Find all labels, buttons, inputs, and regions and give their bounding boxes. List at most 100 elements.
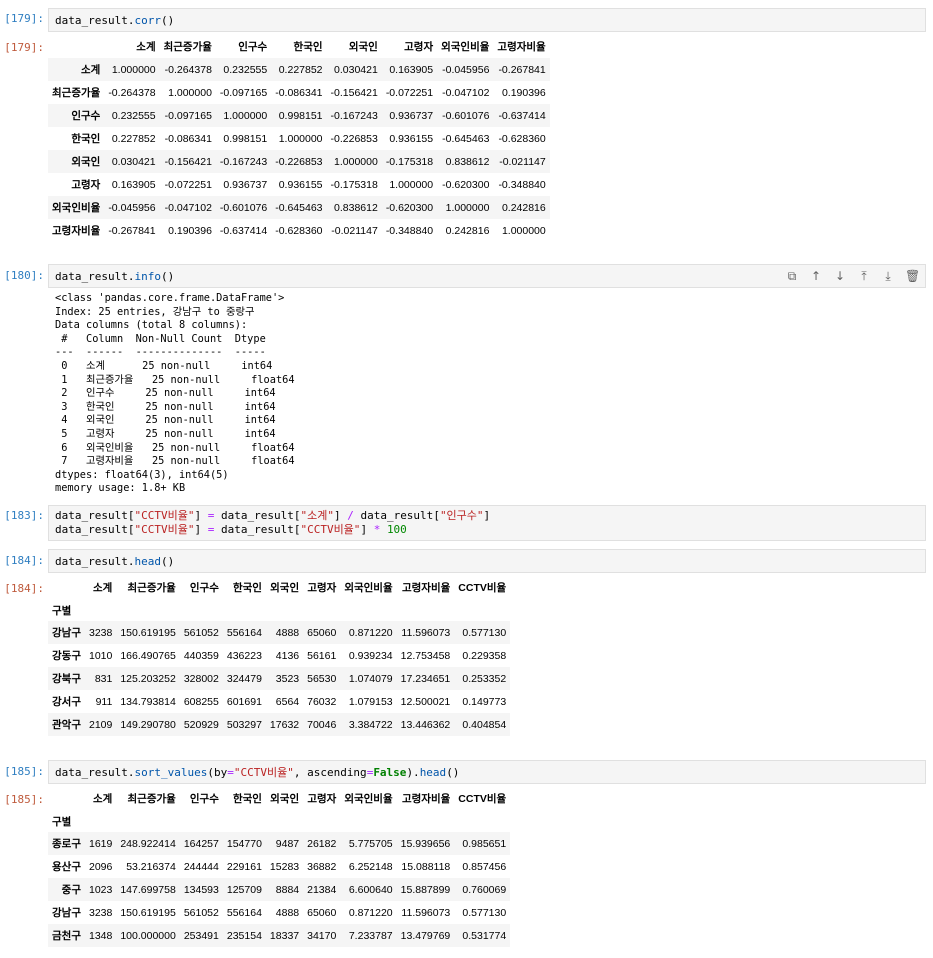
code-string: "CCTV비율" <box>134 523 195 536</box>
table-cell: -0.620300 <box>385 201 434 214</box>
table-row: 관악구 2109 149.290780 520929 503297 17632 70046 3… <box>48 713 511 736</box>
code-var: data_result <box>220 509 294 522</box>
cell-179[interactable]: [179]: data_result.corr() [179]: 소계 최근증가율… <box>0 8 933 248</box>
table-cell: 150.619195 <box>120 626 176 639</box>
code-string: "CCTV비율" <box>233 766 294 779</box>
header-blank <box>180 810 223 832</box>
cell-183[interactable]: [183]: data_result["CCTV비율"] = data_resu… <box>0 505 933 541</box>
code-operator: = <box>207 523 215 536</box>
table-cell: 15.887899 <box>400 883 451 896</box>
table-cell: 235154 <box>226 929 262 942</box>
table-cell: 1.000000 <box>111 63 156 76</box>
header-blank <box>48 35 104 58</box>
code-editor[interactable]: data_result.info() ⧉ ↑ ↓ ⤒ ⤓ 🗑 <box>48 264 926 288</box>
table-cell: 1023 <box>88 883 113 896</box>
column-header: 한국인 <box>232 582 262 594</box>
column-header: 외국인비율 <box>344 793 393 805</box>
header-blank <box>397 599 455 621</box>
table-cell: 15.939656 <box>400 837 451 850</box>
table-cell: 0.936737 <box>223 178 268 191</box>
table-cell: 11.596073 <box>401 626 451 639</box>
table-row: 중구 1023 147.699758 134593 125709 8884 21384 6.6… <box>48 878 511 901</box>
insert-below-icon[interactable]: ⤓ <box>881 269 895 283</box>
copy-icon[interactable]: ⧉ <box>785 269 799 283</box>
table-cell: 15283 <box>269 860 300 873</box>
table-row: 종로구 1619 248.922414 164257 154770 9487 26182 5.… <box>48 832 511 855</box>
row-index: 금천구 <box>52 930 81 942</box>
table-cell: 5.775705 <box>348 837 393 850</box>
cell-180[interactable]: [180]: data_result.info() ⧉ ↑ ↓ ⤒ ⤓ 🗑 <class '… <box>0 264 933 496</box>
table-cell: -0.021147 <box>331 224 378 237</box>
table-cell: 12.500021 <box>400 695 451 708</box>
table-cell: 556164 <box>226 906 262 919</box>
move-up-icon[interactable]: ↑ <box>809 269 823 283</box>
table-cell: 134593 <box>183 883 219 896</box>
output-area: 소계 최근증가율 인구수 한국인 외국인 고령자 외국인비율 고령자비율 CCTV비율 구별 종로구… <box>48 787 511 947</box>
table-cell: 1010 <box>88 649 113 662</box>
code-string: "CCTV비율" <box>134 509 195 522</box>
insert-above-icon[interactable]: ⤒ <box>857 269 871 283</box>
table-cell: -0.267841 <box>498 63 546 76</box>
table-cell: 125.203252 <box>120 672 176 685</box>
code-editor[interactable]: data_result["CCTV비율"] = data_result["소계"… <box>48 505 926 541</box>
table-cell: 53.216374 <box>126 860 176 873</box>
output-prompt: [184]: <box>4 582 44 595</box>
info-output: <class 'pandas.core.frame.DataFrame'> In… <box>55 292 295 495</box>
table-cell: -0.637414 <box>219 224 268 237</box>
code-string: "소계" <box>300 509 334 522</box>
row-index: 최근증가율 <box>52 87 101 99</box>
header-blank <box>454 599 510 621</box>
column-header: 인구수 <box>189 793 219 805</box>
row-index: 강동구 <box>52 650 81 662</box>
table-cell: -0.601076 <box>442 109 490 122</box>
table-cell: 4888 <box>275 626 300 639</box>
table-cell: -0.086341 <box>164 132 212 145</box>
table-cell: 229161 <box>226 860 262 873</box>
table-cell: 100.000000 <box>120 929 176 942</box>
table-cell: 70046 <box>307 718 337 731</box>
table-cell: -0.226853 <box>330 132 378 145</box>
code-var: data_result <box>55 766 128 779</box>
table-cell: 3.384722 <box>348 718 393 731</box>
table-cell: -0.348840 <box>498 178 546 191</box>
table-cell: 0.760069 <box>462 883 507 896</box>
input-prompt: [180]: <box>4 269 44 282</box>
table-cell: 0.998151 <box>223 132 268 145</box>
code-operator: / <box>347 509 354 522</box>
output-area: <class 'pandas.core.frame.DataFrame'> In… <box>55 292 295 496</box>
column-header: 외국인 <box>348 41 378 53</box>
code-editor[interactable]: data_result.sort_values(by="CCTV비율", asc… <box>48 760 926 784</box>
dataframe-table: 소계 최근증가율 인구수 한국인 외국인 고령자 외국인비율 고령자비율 소계 1.000000-… <box>48 35 550 242</box>
table-cell: -0.620300 <box>442 178 490 191</box>
output-area: 소계 최근증가율 인구수 한국인 외국인 고령자 외국인비율 고령자비율 CCTV비율 구별 강남구… <box>48 576 511 736</box>
table-row: 용산구 2096 53.216374 244444 229161 15283 36882 6.… <box>48 855 510 878</box>
cell-185[interactable]: [185]: data_result.sort_values(by="CCTV비… <box>0 760 933 958</box>
code-editor[interactable]: data_result.head() <box>48 549 926 573</box>
code-string: "인구수" <box>439 509 484 522</box>
table-cell: 1.000000 <box>278 132 323 145</box>
column-header: 외국인 <box>270 793 300 805</box>
table-cell: 13.479769 <box>400 929 451 942</box>
header-blank <box>266 810 303 832</box>
table-cell: 248.922414 <box>120 837 176 850</box>
table-cell: 0.227852 <box>278 63 323 76</box>
column-header: CCTV비율 <box>458 793 507 805</box>
table-cell: -0.167243 <box>330 109 378 122</box>
code-editor[interactable]: data_result.corr() <box>48 8 926 32</box>
table-cell: 0.190396 <box>501 86 546 99</box>
table-cell: 134.793814 <box>120 695 176 708</box>
table-cell: 18337 <box>269 929 300 942</box>
table-cell: 34170 <box>307 929 337 942</box>
code-operator: * <box>373 523 381 536</box>
table-cell: -0.047102 <box>164 201 212 214</box>
code-fn: sort_values <box>134 766 208 779</box>
table-cell: -0.226853 <box>275 155 323 168</box>
table-cell: 556164 <box>226 626 262 639</box>
delete-icon[interactable]: 🗑 <box>905 269 920 283</box>
column-header: 고령자 <box>307 582 337 594</box>
header-blank <box>48 576 85 599</box>
move-down-icon[interactable]: ↓ <box>833 269 847 283</box>
table-cell: 0.163905 <box>111 178 156 191</box>
table-cell: 324479 <box>226 672 262 685</box>
cell-184[interactable]: [184]: data_result.head() [184]: 소계 최근증가율… <box>0 549 933 749</box>
